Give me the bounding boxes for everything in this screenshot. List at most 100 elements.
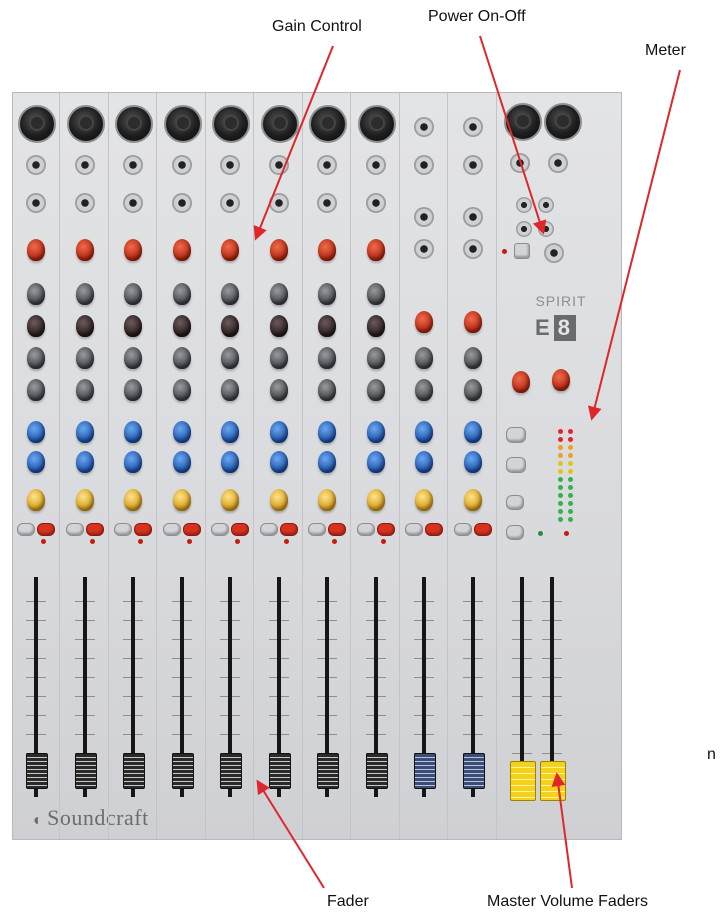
eq-low-knob[interactable] [172, 379, 191, 401]
jack-socket-icon[interactable] [510, 153, 530, 173]
gain-knob[interactable] [172, 239, 191, 261]
eq-high-knob[interactable] [27, 283, 45, 305]
xlr-connector-icon[interactable] [212, 105, 250, 143]
eq-mid-knob[interactable] [269, 315, 288, 337]
eq-freq-knob[interactable] [75, 347, 94, 369]
eq-mid-knob[interactable] [27, 315, 45, 337]
eq-low-knob[interactable] [75, 379, 94, 401]
rca-socket-icon[interactable] [538, 221, 554, 237]
eq-low-knob[interactable] [366, 379, 385, 401]
solo-button[interactable] [259, 523, 278, 536]
power-button[interactable] [514, 243, 530, 259]
xlr-connector-icon[interactable] [504, 103, 542, 141]
pan-knob[interactable] [27, 489, 45, 511]
eq-freq-knob[interactable] [269, 347, 288, 369]
master-volume-fader[interactable] [510, 761, 536, 801]
pan-knob[interactable] [318, 489, 336, 511]
eq-low-knob[interactable] [415, 379, 433, 401]
aux-1-knob[interactable] [27, 421, 45, 443]
jack-socket-icon[interactable] [268, 155, 289, 175]
eq-mid-knob[interactable] [366, 315, 385, 337]
eq-low-knob[interactable] [221, 379, 239, 401]
pan-knob[interactable] [269, 489, 288, 511]
aux-master-button[interactable] [506, 427, 526, 443]
phones-level-knob[interactable] [512, 371, 530, 393]
aux-1-knob[interactable] [221, 421, 239, 443]
aux-2-knob[interactable] [124, 451, 142, 473]
pan-knob[interactable] [221, 489, 239, 511]
aux-1-knob[interactable] [318, 421, 336, 443]
eq-high-knob[interactable] [463, 347, 482, 369]
eq-high-knob[interactable] [221, 283, 239, 305]
jack-socket-icon[interactable] [414, 239, 434, 259]
stereo-channel-fader[interactable] [462, 753, 485, 789]
aux-2-knob[interactable] [172, 451, 191, 473]
jack-socket-icon[interactable] [220, 155, 240, 175]
jack-socket-icon[interactable] [171, 155, 192, 175]
eq-mid-knob[interactable] [75, 315, 94, 337]
jack-socket-icon[interactable] [220, 193, 240, 213]
gain-knob[interactable] [463, 311, 482, 333]
jack-socket-icon[interactable] [26, 155, 46, 175]
aux-1-knob[interactable] [415, 421, 433, 443]
two-track-button[interactable] [506, 525, 524, 540]
eq-high-knob[interactable] [172, 283, 191, 305]
xlr-connector-icon[interactable] [115, 105, 153, 143]
solo-button[interactable] [65, 523, 84, 536]
aux-1-knob[interactable] [124, 421, 142, 443]
jack-socket-icon[interactable] [123, 155, 143, 175]
channel-fader[interactable] [123, 753, 145, 789]
jack-socket-icon[interactable] [462, 239, 483, 259]
eq-freq-knob[interactable] [172, 347, 191, 369]
aux-2-knob[interactable] [415, 451, 433, 473]
channel-fader[interactable] [171, 753, 194, 789]
eq-freq-knob[interactable] [318, 347, 336, 369]
xlr-connector-icon[interactable] [357, 105, 396, 143]
channel-fader[interactable] [74, 753, 97, 789]
jack-socket-icon[interactable] [462, 155, 483, 175]
pan-knob[interactable] [75, 489, 94, 511]
aux-2-knob[interactable] [463, 451, 482, 473]
aux-2-knob[interactable] [269, 451, 288, 473]
eq-high-knob[interactable] [366, 283, 385, 305]
jack-socket-icon[interactable] [268, 193, 289, 213]
xlr-connector-icon[interactable] [163, 105, 202, 143]
eq-freq-knob[interactable] [27, 347, 45, 369]
solo-button[interactable] [17, 523, 35, 536]
channel-fader[interactable] [220, 753, 242, 789]
xlr-connector-icon[interactable] [18, 105, 56, 143]
eq-low-knob[interactable] [269, 379, 288, 401]
eq-mid-knob[interactable] [221, 315, 239, 337]
jack-socket-icon[interactable] [462, 207, 483, 227]
mute-button[interactable] [37, 523, 55, 536]
jack-socket-icon[interactable] [414, 155, 434, 175]
jack-socket-icon[interactable] [317, 193, 337, 213]
xlr-connector-icon[interactable] [544, 103, 582, 141]
master-volume-fader[interactable] [540, 761, 566, 801]
aux-1-knob[interactable] [366, 421, 385, 443]
eq-high-knob[interactable] [269, 283, 288, 305]
mute-button[interactable] [182, 523, 201, 536]
aux-2-knob[interactable] [318, 451, 336, 473]
eq-high-knob[interactable] [415, 347, 433, 369]
gain-knob[interactable] [124, 239, 142, 261]
eq-mid-knob[interactable] [318, 315, 336, 337]
eq-freq-knob[interactable] [124, 347, 142, 369]
rca-socket-icon[interactable] [538, 197, 554, 213]
channel-fader[interactable] [365, 753, 388, 789]
eq-high-knob[interactable] [75, 283, 94, 305]
mute-button[interactable] [473, 523, 492, 536]
aux-2-knob[interactable] [221, 451, 239, 473]
tape-return-button[interactable] [506, 495, 524, 510]
solo-button[interactable] [356, 523, 375, 536]
aux-2-knob[interactable] [366, 451, 385, 473]
aux-1-knob[interactable] [463, 421, 482, 443]
eq-low-knob[interactable] [318, 379, 336, 401]
jack-socket-icon[interactable] [26, 193, 46, 213]
jack-socket-icon[interactable] [414, 117, 434, 137]
solo-button[interactable] [453, 523, 472, 536]
eq-freq-knob[interactable] [366, 347, 385, 369]
pan-knob[interactable] [172, 489, 191, 511]
aux-1-knob[interactable] [172, 421, 191, 443]
stereo-channel-fader[interactable] [414, 753, 436, 789]
